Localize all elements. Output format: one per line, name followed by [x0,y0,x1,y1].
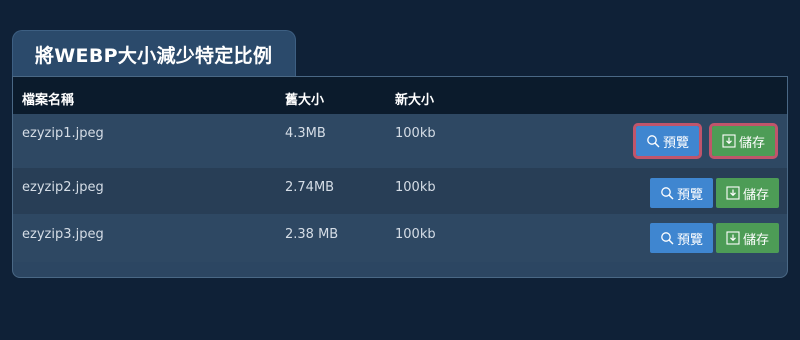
preview-button[interactable]: 預覽 [650,223,713,253]
download-icon [722,134,736,148]
row-filename: ezyzip1.jpeg [22,126,104,141]
results-table: 檔案名稱 舊大小 新大小 ezyzip1.jpeg 4.3MB 100kb 預覽… [12,76,788,278]
search-icon [661,232,674,245]
preview-label: 預覽 [662,135,689,151]
table-row: ezyzip3.jpeg 2.38 MB 100kb 預覽 儲存 [13,214,787,262]
save-label: 儲存 [742,232,769,248]
save-button[interactable]: 儲存 [716,223,779,253]
preview-button[interactable]: 預覽 [650,178,713,208]
search-icon [647,135,660,148]
header-new-size: 新大小 [395,93,435,108]
row-old-size: 2.74MB [285,180,335,195]
header-old-size: 舊大小 [285,93,325,108]
save-label: 儲存 [738,135,765,151]
table-header: 檔案名稱 舊大小 新大小 [13,77,787,114]
header-filename: 檔案名稱 [22,93,75,108]
download-icon [726,231,740,245]
row-new-size: 100kb [395,227,436,242]
preview-button[interactable]: 預覽 [633,123,702,159]
download-icon [726,186,740,200]
page-title: 將WEBP大小減少特定比例 [35,45,273,67]
save-button[interactable]: 儲存 [709,123,778,159]
row-new-size: 100kb [395,180,436,195]
save-button[interactable]: 儲存 [716,178,779,208]
tool-tab: 將WEBP大小減少特定比例 [12,30,296,76]
row-new-size: 100kb [395,126,436,141]
preview-label: 預覽 [676,232,703,248]
preview-label: 預覽 [676,187,703,203]
table-row: ezyzip1.jpeg 4.3MB 100kb 預覽 儲存 [13,114,787,168]
save-label: 儲存 [742,187,769,203]
row-filename: ezyzip2.jpeg [22,180,104,195]
row-old-size: 2.38 MB [285,227,339,242]
row-filename: ezyzip3.jpeg [22,227,104,242]
row-old-size: 4.3MB [285,126,326,141]
search-icon [661,187,674,200]
table-row: ezyzip2.jpeg 2.74MB 100kb 預覽 儲存 [13,168,787,214]
